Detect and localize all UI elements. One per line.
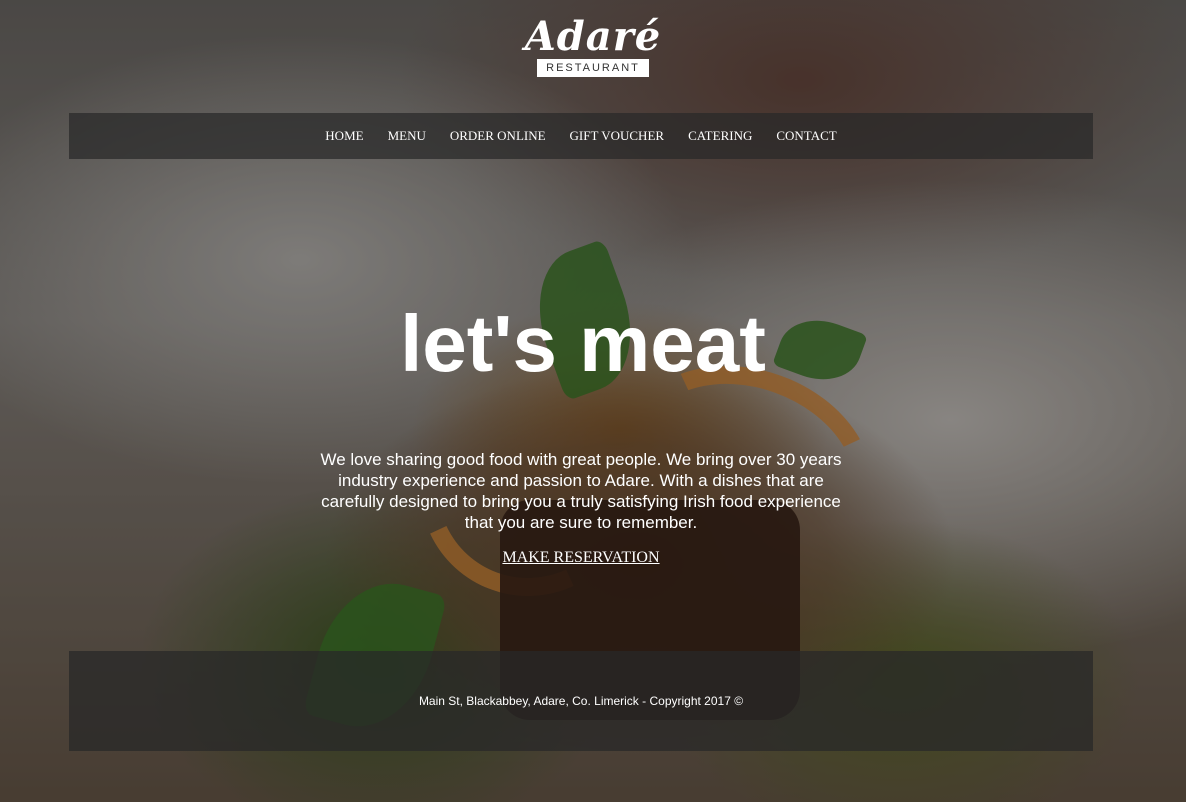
logo-name: Adaré [524, 13, 662, 60]
nav-item-home[interactable]: HOME [325, 128, 363, 144]
nav-item-order-online[interactable]: ORDER ONLINE [450, 128, 546, 144]
nav-item-gift-voucher[interactable]: GIFT VOUCHER [570, 128, 665, 144]
hero-intro-text: We love sharing good food with great peo… [320, 450, 842, 532]
nav-item-menu[interactable]: MENU [388, 128, 426, 144]
site-footer: Main St, Blackabbey, Adare, Co. Limerick… [69, 651, 1093, 751]
hero-headline: let's meat [400, 299, 766, 388]
footer-copyright: Main St, Blackabbey, Adare, Co. Limerick… [418, 694, 744, 708]
nav-item-catering[interactable]: CATERING [688, 128, 752, 144]
site-logo[interactable]: Adaré RESTAURANT [0, 16, 1186, 77]
main-nav: HOME MENU ORDER ONLINE GIFT VOUCHER CATE… [69, 113, 1093, 159]
make-reservation-link[interactable]: MAKE RESERVATION [502, 549, 659, 566]
nav-item-contact[interactable]: CONTACT [776, 128, 836, 144]
logo-subtitle: RESTAURANT [537, 59, 649, 77]
reservation-cta-wrapper: MAKE RESERVATION [0, 549, 1162, 567]
